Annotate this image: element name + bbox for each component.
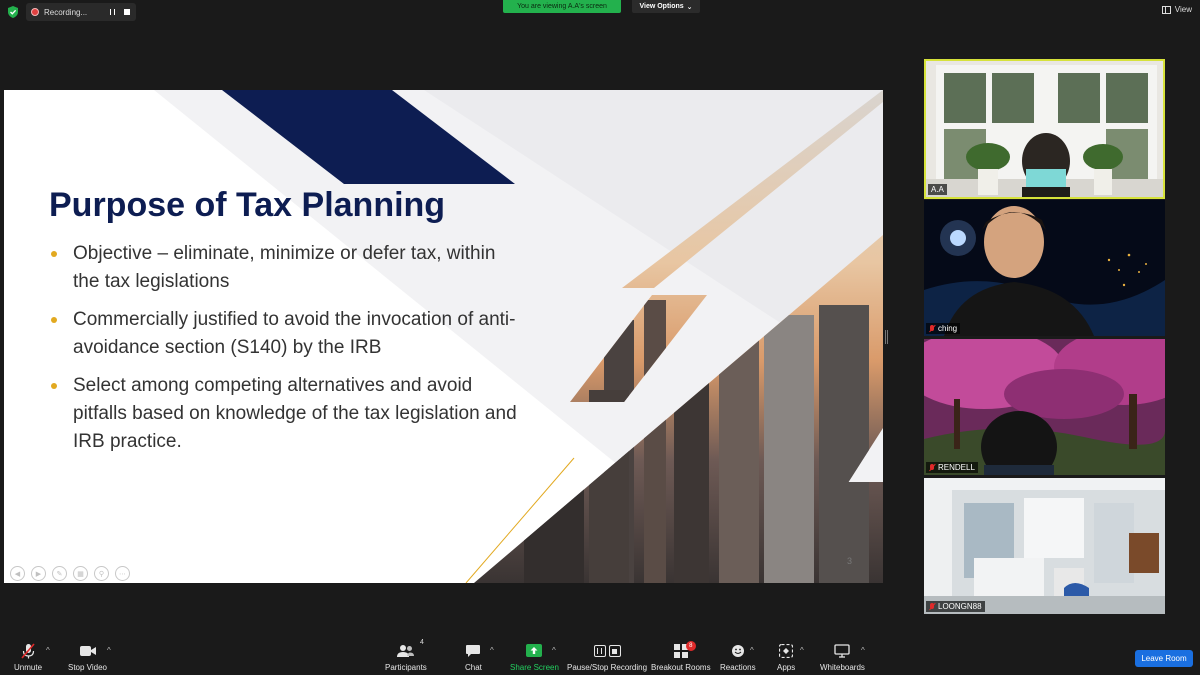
chat-bubble-icon bbox=[466, 645, 481, 657]
unmute-button[interactable]: Unmute bbox=[14, 643, 42, 672]
previous-slide-icon[interactable]: ◀ bbox=[10, 566, 25, 581]
chat-options-caret-icon[interactable]: ^ bbox=[490, 646, 494, 655]
participants-label: Participants bbox=[385, 663, 427, 672]
pause-icon bbox=[593, 645, 606, 657]
participant-name: ching bbox=[926, 323, 961, 334]
apps-label: Apps bbox=[777, 663, 796, 672]
view-button[interactable]: View bbox=[1161, 5, 1192, 14]
participant-name: A.A bbox=[928, 184, 947, 195]
whiteboards-label: Whiteboards bbox=[820, 663, 865, 672]
audio-options-caret-icon[interactable]: ^ bbox=[46, 646, 50, 655]
video-tile-ching[interactable]: ching bbox=[924, 200, 1165, 336]
bullet-item: Commercially justified to avoid the invo… bbox=[49, 306, 519, 362]
security-shield-icon[interactable] bbox=[6, 5, 20, 19]
apps-button[interactable]: Apps bbox=[777, 643, 795, 672]
video-options-caret-icon[interactable]: ^ bbox=[107, 646, 111, 655]
unmute-label: Unmute bbox=[14, 663, 43, 672]
leave-room-button[interactable]: Leave Room bbox=[1135, 650, 1193, 667]
breakout-rooms-label: Breakout Rooms bbox=[651, 663, 711, 672]
share-options-caret-icon[interactable]: ^ bbox=[552, 646, 556, 655]
pen-icon[interactable]: ✎ bbox=[52, 566, 67, 581]
whiteboards-button[interactable]: Whiteboards bbox=[820, 643, 865, 672]
pause-stop-recording-label: Pause/Stop Recording bbox=[567, 663, 648, 672]
muted-mic-icon bbox=[929, 324, 935, 333]
video-feed bbox=[924, 200, 1165, 336]
slide-toolbar: ◀ ▶ ✎ ▦ ⚲ ⋯ bbox=[10, 566, 130, 581]
stop-recording-icon[interactable] bbox=[124, 9, 130, 15]
recording-indicator: Recording... bbox=[26, 3, 136, 21]
video-tile-loongn88[interactable]: LOONGN88 bbox=[924, 478, 1165, 614]
participants-button[interactable]: 4 Participants bbox=[385, 639, 427, 672]
video-feed bbox=[924, 339, 1165, 475]
video-feed bbox=[926, 61, 1163, 197]
bullet-item: Select among competing alternatives and … bbox=[49, 372, 519, 456]
share-screen-icon bbox=[526, 644, 543, 657]
apps-icon bbox=[779, 644, 794, 658]
participants-count: 4 bbox=[419, 639, 424, 646]
video-tile-aa[interactable]: A.A bbox=[924, 59, 1165, 199]
participant-name: LOONGN88 bbox=[926, 601, 985, 612]
recording-label: Recording... bbox=[44, 7, 88, 17]
stop-video-label: Stop Video bbox=[68, 663, 107, 672]
breakout-rooms-button[interactable]: 8 Breakout Rooms bbox=[651, 641, 711, 672]
breakout-rooms-badge: 8 bbox=[685, 641, 696, 651]
chat-label: Chat bbox=[465, 663, 482, 672]
pause-stop-recording-button[interactable]: Pause/Stop Recording bbox=[567, 643, 647, 672]
reaction-smiley-icon bbox=[731, 645, 744, 657]
next-slide-icon[interactable]: ▶ bbox=[31, 566, 46, 581]
pause-recording-icon[interactable] bbox=[110, 9, 115, 15]
stop-video-button[interactable]: Stop Video bbox=[68, 643, 107, 672]
view-layout-icon bbox=[1161, 5, 1171, 14]
whiteboard-icon bbox=[834, 644, 851, 658]
slide-page-number: 3 bbox=[847, 556, 853, 566]
zoom-icon[interactable]: ⚲ bbox=[94, 566, 109, 581]
view-options-label: View Options bbox=[639, 3, 684, 10]
video-camera-icon bbox=[79, 646, 96, 656]
slide-bullet-list: Objective – eliminate, minimize or defer… bbox=[49, 240, 519, 466]
video-tile-rendell[interactable]: RENDELL bbox=[924, 339, 1165, 475]
slides-grid-icon[interactable]: ▦ bbox=[73, 566, 88, 581]
participants-icon bbox=[396, 645, 414, 657]
share-screen-label: Share Screen bbox=[510, 663, 559, 672]
more-options-icon[interactable]: ⋯ bbox=[115, 566, 130, 581]
reactions-label: Reactions bbox=[720, 663, 756, 672]
muted-mic-icon bbox=[929, 602, 935, 611]
record-icon bbox=[31, 8, 39, 16]
chat-button[interactable]: Chat bbox=[465, 643, 482, 672]
panel-resize-handle[interactable] bbox=[885, 330, 888, 344]
viewing-screen-banner: You are viewing A.A's screen bbox=[503, 0, 621, 13]
chevron-down-icon: ⌄ bbox=[686, 3, 693, 11]
whiteboards-caret-icon[interactable]: ^ bbox=[861, 646, 865, 655]
shared-slide: Purpose of Tax Planning Objective – elim… bbox=[4, 90, 883, 583]
video-feed bbox=[924, 478, 1165, 614]
view-label: View bbox=[1174, 5, 1192, 14]
slide-title: Purpose of Tax Planning bbox=[49, 186, 446, 224]
reactions-caret-icon[interactable]: ^ bbox=[750, 646, 754, 655]
meeting-toolbar: Unmute ^ Stop Video ^ 4 Participants Cha bbox=[0, 639, 1200, 675]
apps-caret-icon[interactable]: ^ bbox=[800, 646, 804, 655]
muted-mic-icon bbox=[929, 463, 935, 472]
bullet-item: Objective – eliminate, minimize or defer… bbox=[49, 240, 519, 296]
view-options-button[interactable]: View Options ⌄ bbox=[632, 0, 700, 13]
stop-icon bbox=[608, 645, 621, 657]
participant-name: RENDELL bbox=[926, 462, 978, 473]
mic-muted-icon bbox=[21, 643, 35, 659]
